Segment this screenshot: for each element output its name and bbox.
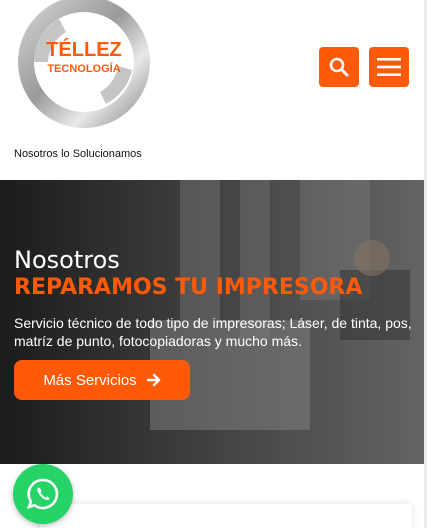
- more-services-button[interactable]: Más Servicios: [14, 360, 190, 400]
- search-button[interactable]: [319, 47, 359, 87]
- company-logo[interactable]: TÉLLEZ TECNOLOGÍA: [14, 0, 154, 138]
- search-icon: [329, 57, 349, 77]
- whatsapp-icon: [26, 478, 59, 510]
- logo-text-line2: TECNOLOGÍA: [47, 62, 120, 75]
- hamburger-menu-icon: [377, 58, 401, 76]
- hero-title: Nosotros: [14, 246, 120, 274]
- tagline: Nosotros lo Solucionamos: [14, 148, 142, 160]
- hero-subtitle: REPARAMOS TU IMPRESORA: [14, 275, 363, 300]
- arrow-right-icon: [146, 373, 160, 387]
- menu-button[interactable]: [369, 47, 409, 87]
- more-services-label: Más Servicios: [43, 371, 137, 389]
- content-card: [40, 504, 412, 528]
- whatsapp-button[interactable]: [13, 464, 73, 524]
- hero-description: Servicio técnico de todo tipo de impreso…: [14, 315, 412, 349]
- logo-text-line1: TÉLLEZ: [46, 38, 122, 61]
- site-header: TÉLLEZ TECNOLOGÍA Nosotros lo Solucionam…: [0, 0, 427, 180]
